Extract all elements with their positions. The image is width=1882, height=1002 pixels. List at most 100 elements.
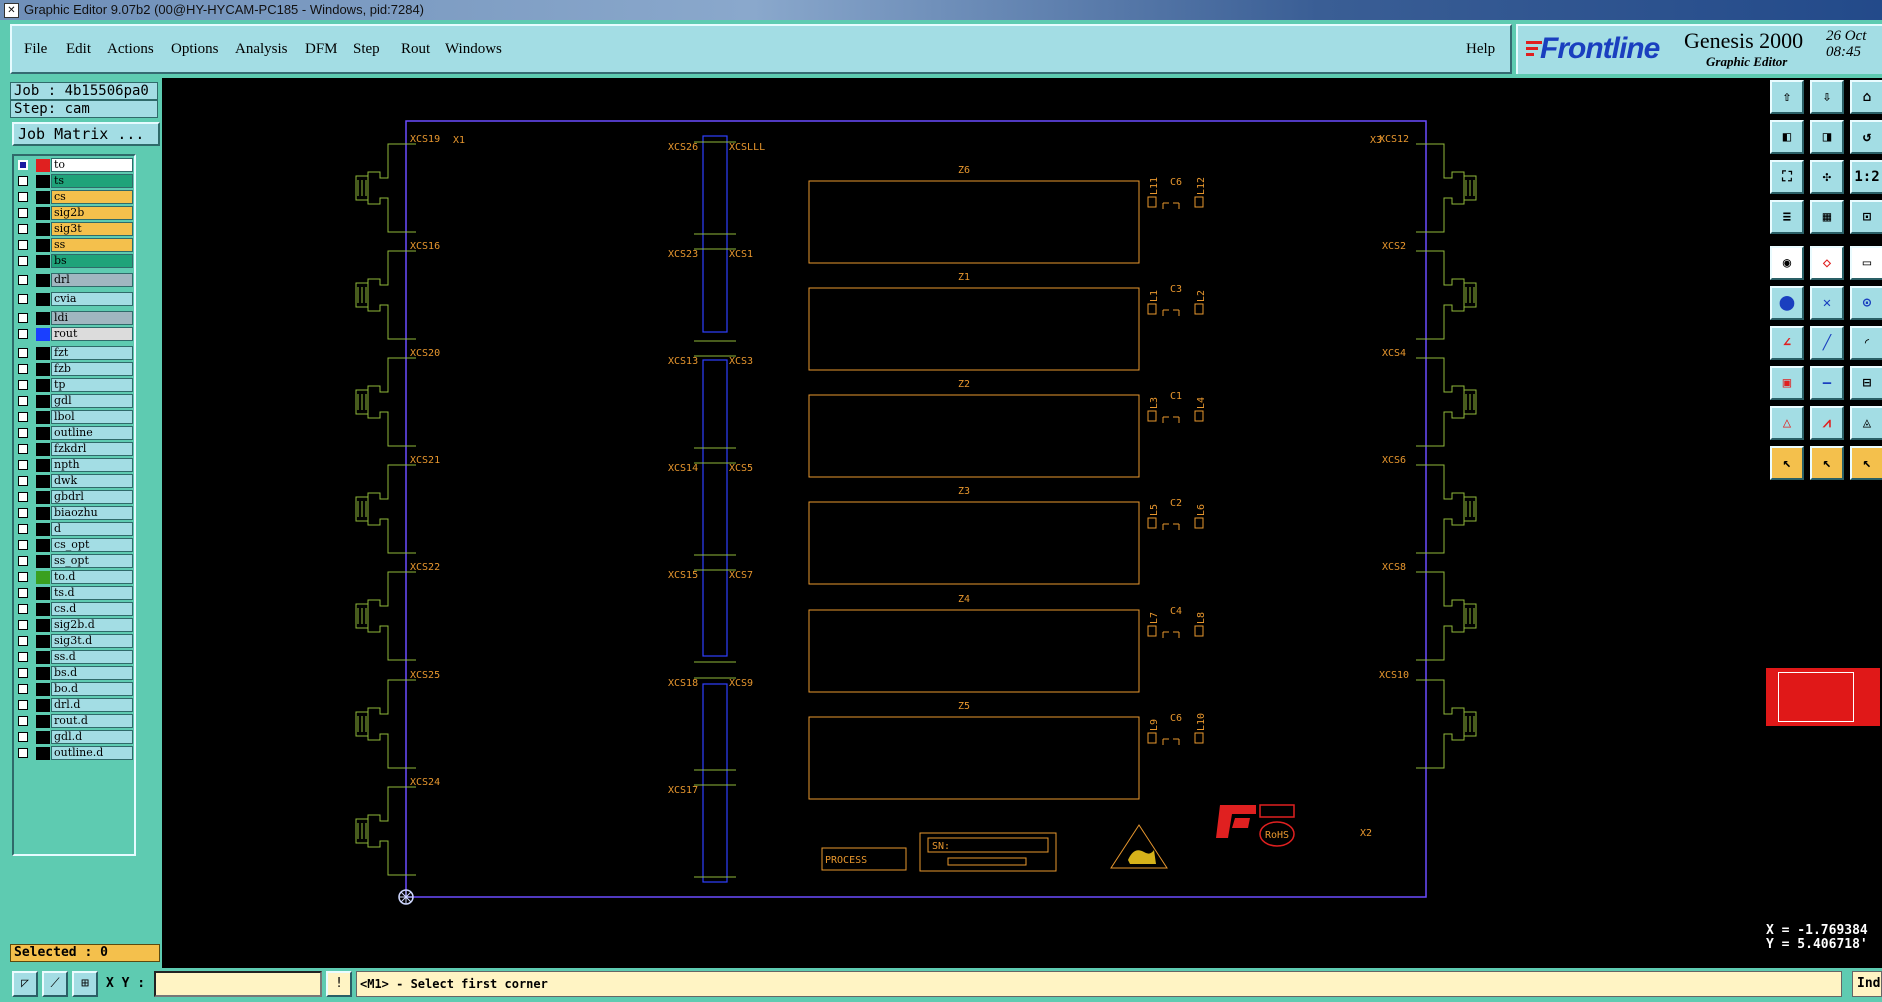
layer-name[interactable]: ts <box>51 174 133 188</box>
layer-color-swatch[interactable] <box>36 395 50 408</box>
home-button[interactable]: ⌂ <box>1850 80 1882 114</box>
layer-color-swatch[interactable] <box>36 747 50 760</box>
layer-color-swatch[interactable] <box>36 427 50 440</box>
layer-row-ldi[interactable]: ldi <box>16 311 134 326</box>
layer-color-swatch[interactable] <box>36 459 50 472</box>
layer-row-ss_opt[interactable]: ss_opt <box>16 554 134 569</box>
open-layer-button[interactable]: ⇧ <box>1770 80 1804 114</box>
layer-name[interactable]: ss <box>51 238 133 252</box>
color-preview-swatch[interactable] <box>1766 668 1880 726</box>
layer-checkbox[interactable] <box>18 476 28 486</box>
layer-color-swatch[interactable] <box>36 715 50 728</box>
add-point-button[interactable]: ⊙ <box>1850 286 1882 320</box>
layer-color-swatch[interactable] <box>36 443 50 456</box>
layer-checkbox[interactable] <box>18 412 28 422</box>
layer-row-drl-d[interactable]: drl.d <box>16 698 134 713</box>
layer-name[interactable]: fzkdrl <box>51 442 133 456</box>
layer-row-ss-d[interactable]: ss.d <box>16 650 134 665</box>
menu-step[interactable]: Step <box>353 41 380 58</box>
layer-color-swatch[interactable] <box>36 312 50 325</box>
layer-name[interactable]: gdl.d <box>51 730 133 744</box>
layer-checkbox[interactable] <box>18 668 28 678</box>
layer-color-swatch[interactable] <box>36 491 50 504</box>
layer-row-fzkdrl[interactable]: fzkdrl <box>16 442 134 457</box>
segment-button[interactable]: — <box>1810 366 1844 400</box>
layer-color-swatch[interactable] <box>36 683 50 696</box>
layer-checkbox[interactable] <box>18 348 28 358</box>
layer-checkbox[interactable] <box>18 329 28 339</box>
layer-color-swatch[interactable] <box>36 293 50 306</box>
layer-checkbox[interactable] <box>18 428 28 438</box>
layer-row-lbol[interactable]: lbol <box>16 410 134 425</box>
layer-checkbox[interactable] <box>18 460 28 470</box>
layer-checkbox[interactable] <box>18 275 28 285</box>
layer-checkbox[interactable] <box>18 572 28 582</box>
layer-row-bs-d[interactable]: bs.d <box>16 666 134 681</box>
layer-row-rout-d[interactable]: rout.d <box>16 714 134 729</box>
measure-button[interactable]: ⟋ <box>42 971 68 997</box>
layer-row-fzb[interactable]: fzb <box>16 362 134 377</box>
layer-name[interactable]: cs.d <box>51 602 133 616</box>
slant-button[interactable]: ╱ <box>1810 326 1844 360</box>
menu-edit[interactable]: Edit <box>66 41 91 58</box>
layer-checkbox[interactable] <box>18 240 28 250</box>
layer-checkbox[interactable] <box>18 636 28 646</box>
layer-row-biaozhu[interactable]: biaozhu <box>16 506 134 521</box>
layer-color-swatch[interactable] <box>36 207 50 220</box>
layer-checkbox[interactable] <box>18 620 28 630</box>
layer-checkbox[interactable] <box>18 732 28 742</box>
layer-checkbox[interactable] <box>18 492 28 502</box>
layer-color-swatch[interactable] <box>36 175 50 188</box>
layer-color-swatch[interactable] <box>36 523 50 536</box>
layer-checkbox[interactable] <box>18 192 28 202</box>
layer-color-swatch[interactable] <box>36 731 50 744</box>
layer-checkbox[interactable] <box>18 748 28 758</box>
layer-color-swatch[interactable] <box>36 699 50 712</box>
layer-row-gdl-d[interactable]: gdl.d <box>16 730 134 745</box>
layer-row-outline[interactable]: outline <box>16 426 134 441</box>
layer-row-cs-d[interactable]: cs.d <box>16 602 134 617</box>
layer-name[interactable]: sig3t <box>51 222 133 236</box>
layer-color-swatch[interactable] <box>36 619 50 632</box>
move-right-button[interactable]: ◨ <box>1810 120 1844 154</box>
layer-color-swatch[interactable] <box>36 223 50 236</box>
layer-color-swatch[interactable] <box>36 255 50 268</box>
layer-row-drl[interactable]: drl <box>16 273 134 288</box>
zoom-fit-button[interactable]: ⛶ <box>1770 160 1804 194</box>
layer-color-swatch[interactable] <box>36 347 50 360</box>
layer-color-swatch[interactable] <box>36 587 50 600</box>
layer-name[interactable]: outline <box>51 426 133 440</box>
layer-row-gbdrl[interactable]: gbdrl <box>16 490 134 505</box>
layer-row-rout[interactable]: rout <box>16 327 134 342</box>
layer-checkbox[interactable] <box>18 652 28 662</box>
layer-name[interactable]: cs_opt <box>51 538 133 552</box>
layer-color-swatch[interactable] <box>36 539 50 552</box>
ind-button[interactable]: Ind <box>1852 971 1882 997</box>
layer-color-swatch[interactable] <box>36 159 50 172</box>
layer-row-ts-d[interactable]: ts.d <box>16 586 134 601</box>
window-titlebar[interactable]: ✕ Graphic Editor 9.07b2 (00@HY-HYCAM-PC1… <box>0 0 1882 20</box>
layer-row-fzt[interactable]: fzt <box>16 346 134 361</box>
layer-name[interactable]: rout <box>51 327 133 341</box>
snap-button[interactable]: ⊡ <box>1850 200 1882 234</box>
measure-button[interactable]: ⊟ <box>1850 366 1882 400</box>
layer-checkbox[interactable] <box>18 604 28 614</box>
layer-row-outline-d[interactable]: outline.d <box>16 746 134 761</box>
layer-row-cs_opt[interactable]: cs_opt <box>16 538 134 553</box>
layer-color-swatch[interactable] <box>36 239 50 252</box>
menu-windows[interactable]: Windows <box>445 41 502 58</box>
layer-color-swatch[interactable] <box>36 328 50 341</box>
layer-row-ts[interactable]: ts <box>16 174 134 189</box>
layer-color-swatch[interactable] <box>36 379 50 392</box>
layer-name[interactable]: fzt <box>51 346 133 360</box>
layer-name[interactable]: npth <box>51 458 133 472</box>
layer-color-swatch[interactable] <box>36 555 50 568</box>
layer-checkbox[interactable] <box>18 256 28 266</box>
layer-name[interactable]: ss.d <box>51 650 133 664</box>
layer-checkbox[interactable] <box>18 588 28 598</box>
arc-button[interactable]: ◜ <box>1850 326 1882 360</box>
layer-row-cvia[interactable]: cvia <box>16 292 134 307</box>
text-b-button[interactable]: ⩘ <box>1810 406 1844 440</box>
info-button[interactable]: ! <box>326 971 352 997</box>
layer-row-d[interactable]: d <box>16 522 134 537</box>
